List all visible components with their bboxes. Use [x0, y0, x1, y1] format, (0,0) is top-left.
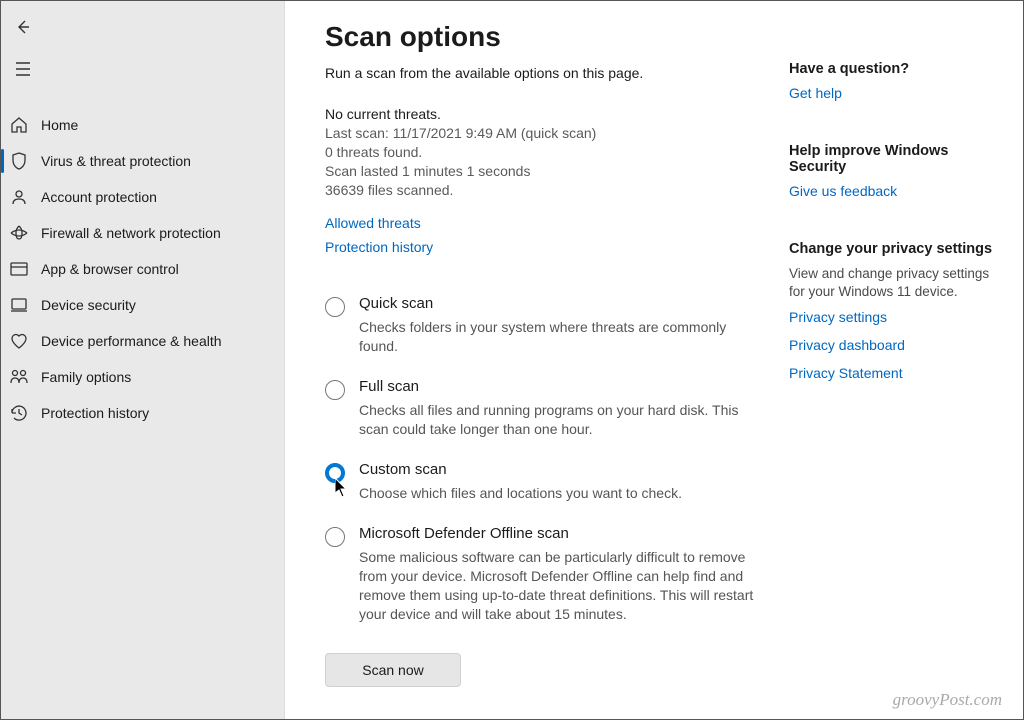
privacy-section: Change your privacy settings View and ch… — [789, 241, 999, 387]
option-full-scan[interactable]: Full scan Checks all files and running p… — [325, 378, 765, 439]
radio-icon — [325, 380, 345, 400]
have-question-section: Have a question? Get help — [789, 61, 999, 107]
page-title: Scan options — [325, 21, 765, 53]
app-browser-icon — [9, 259, 29, 279]
sidebar-item-firewall[interactable]: Firewall & network protection — [1, 215, 284, 251]
sidebar-item-app-browser[interactable]: App & browser control — [1, 251, 284, 287]
sidebar: Home Virus & threat protection Account p… — [1, 1, 285, 719]
option-custom-scan[interactable]: Custom scan Choose which files and locat… — [325, 461, 765, 503]
radio-icon — [325, 527, 345, 547]
status-block: No current threats. Last scan: 11/17/202… — [325, 105, 765, 199]
nav-list: Home Virus & threat protection Account p… — [1, 107, 284, 431]
option-quick-scan[interactable]: Quick scan Checks folders in your system… — [325, 295, 765, 356]
history-icon — [9, 403, 29, 423]
privacy-desc: View and change privacy settings for you… — [789, 265, 999, 301]
option-title: Full scan — [359, 378, 765, 395]
have-question-title: Have a question? — [789, 61, 999, 77]
nav-label: Home — [41, 117, 78, 133]
content-column: Scan options Run a scan from the availab… — [325, 21, 765, 705]
privacy-title: Change your privacy settings — [789, 241, 999, 257]
protection-history-link[interactable]: Protection history — [325, 239, 765, 255]
privacy-dashboard-link[interactable]: Privacy dashboard — [789, 337, 999, 353]
back-button[interactable] — [5, 9, 41, 45]
option-desc: Checks all files and running programs on… — [359, 401, 765, 439]
status-duration: Scan lasted 1 minutes 1 seconds — [325, 162, 765, 181]
scan-now-button[interactable]: Scan now — [325, 653, 461, 687]
option-title: Microsoft Defender Offline scan — [359, 525, 765, 542]
option-title: Custom scan — [359, 461, 682, 478]
shield-icon — [9, 151, 29, 171]
option-offline-scan[interactable]: Microsoft Defender Offline scan Some mal… — [325, 525, 765, 624]
firewall-icon — [9, 223, 29, 243]
nav-label: Firewall & network protection — [41, 225, 221, 241]
menu-button[interactable] — [5, 51, 41, 87]
nav-label: Device performance & health — [41, 333, 222, 349]
right-column: Have a question? Get help Help improve W… — [789, 21, 999, 705]
option-desc: Choose which files and locations you wan… — [359, 484, 682, 503]
feedback-link[interactable]: Give us feedback — [789, 183, 897, 199]
back-arrow-icon — [15, 19, 31, 35]
status-no-threats: No current threats. — [325, 105, 765, 124]
improve-section: Help improve Windows Security Give us fe… — [789, 143, 999, 205]
hamburger-icon — [15, 62, 31, 76]
sidebar-item-history[interactable]: Protection history — [1, 395, 284, 431]
account-icon — [9, 187, 29, 207]
sidebar-item-virus[interactable]: Virus & threat protection — [1, 143, 284, 179]
radio-icon — [325, 297, 345, 317]
sidebar-item-device-security[interactable]: Device security — [1, 287, 284, 323]
sidebar-item-account[interactable]: Account protection — [1, 179, 284, 215]
nav-label: App & browser control — [41, 261, 179, 277]
status-last-scan: Last scan: 11/17/2021 9:49 AM (quick sca… — [325, 124, 765, 143]
heart-icon — [9, 331, 29, 351]
nav-label: Protection history — [41, 405, 149, 421]
device-icon — [9, 295, 29, 315]
nav-label: Device security — [41, 297, 136, 313]
option-desc: Checks folders in your system where thre… — [359, 318, 765, 356]
nav-label: Family options — [41, 369, 131, 385]
sidebar-item-performance[interactable]: Device performance & health — [1, 323, 284, 359]
get-help-link[interactable]: Get help — [789, 85, 842, 101]
nav-label: Account protection — [41, 189, 157, 205]
sidebar-item-family[interactable]: Family options — [1, 359, 284, 395]
status-files: 36639 files scanned. — [325, 181, 765, 200]
option-title: Quick scan — [359, 295, 765, 312]
main-area: Scan options Run a scan from the availab… — [285, 1, 1023, 719]
family-icon — [9, 367, 29, 387]
status-threats-found: 0 threats found. — [325, 143, 765, 162]
nav-label: Virus & threat protection — [41, 153, 191, 169]
option-desc: Some malicious software can be particula… — [359, 548, 765, 624]
radio-icon — [325, 463, 345, 483]
privacy-statement-link[interactable]: Privacy Statement — [789, 365, 999, 381]
scan-options: Quick scan Checks folders in your system… — [325, 295, 765, 623]
sidebar-item-home[interactable]: Home — [1, 107, 284, 143]
improve-title: Help improve Windows Security — [789, 143, 999, 175]
privacy-settings-link[interactable]: Privacy settings — [789, 309, 999, 325]
allowed-threats-link[interactable]: Allowed threats — [325, 215, 765, 231]
page-subtitle: Run a scan from the available options on… — [325, 65, 765, 81]
home-icon — [9, 115, 29, 135]
